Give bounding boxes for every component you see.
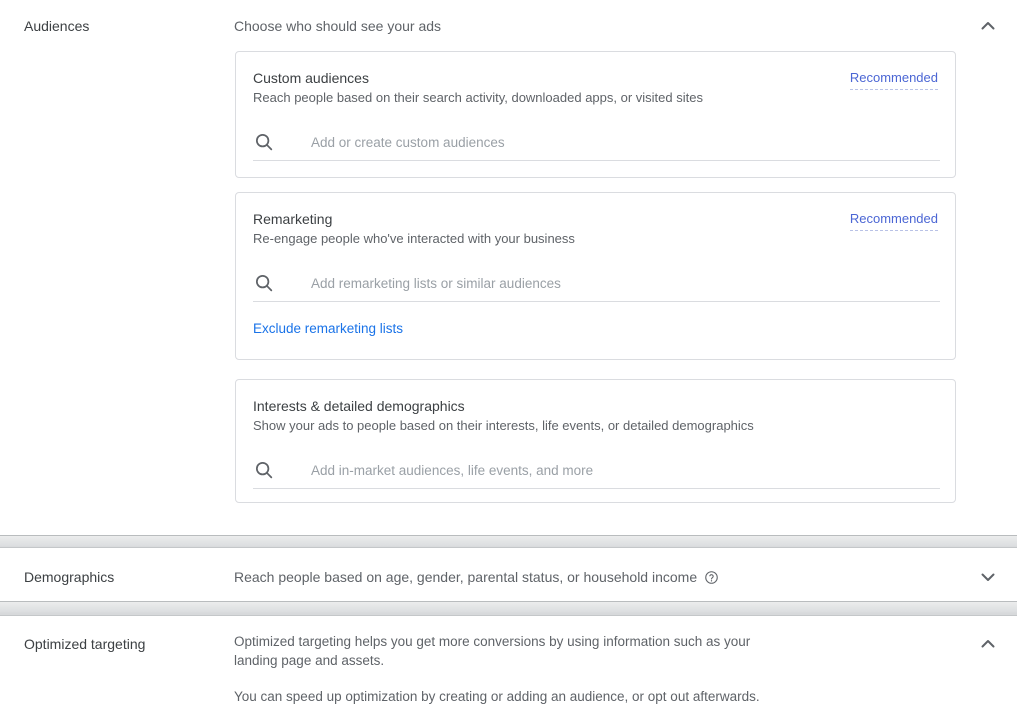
remarketing-search-row[interactable]: Add remarketing lists or similar audienc… (253, 268, 940, 302)
demographics-description: Reach people based on age, gender, paren… (234, 567, 697, 587)
chevron-down-icon (976, 565, 1000, 589)
card-interests-detailed-demographics: Interests & detailed demographics Show y… (235, 379, 956, 503)
custom-audiences-search-input[interactable]: Add or create custom audiences (311, 133, 505, 153)
demographics-expand-toggle[interactable] (976, 565, 1000, 589)
section-divider-band-bottom (0, 601, 1017, 616)
card-subtitle: Show your ads to people based on their i… (253, 416, 754, 436)
optimized-targeting-label: Optimized targeting (24, 634, 145, 654)
card-custom-audiences: Custom audiences Reach people based on t… (235, 51, 956, 178)
audiences-label: Audiences (24, 16, 89, 36)
search-icon (253, 459, 275, 481)
optimized-targeting-collapse-toggle[interactable] (976, 632, 1000, 656)
optimized-targeting-body: Optimized targeting helps you get more c… (234, 632, 774, 706)
section-optimized-targeting: Optimized targeting Optimized targeting … (0, 616, 1017, 723)
card-subtitle: Re-engage people who've interacted with … (253, 229, 575, 249)
section-demographics[interactable]: Demographics Reach people based on age, … (0, 548, 1017, 601)
recommended-badge[interactable]: Recommended (850, 210, 938, 231)
optimized-targeting-paragraph-2: You can speed up optimization by creatin… (234, 687, 774, 706)
audiences-collapse-toggle[interactable] (976, 14, 1000, 38)
section-divider-hairline-bottom (0, 615, 1017, 616)
chevron-up-icon (976, 14, 1000, 38)
optimized-targeting-paragraph-1: Optimized targeting helps you get more c… (234, 632, 774, 670)
section-audiences: Audiences Choose who should see your ads… (0, 0, 1017, 535)
help-circle-icon[interactable] (704, 570, 719, 585)
audiences-description: Choose who should see your ads (234, 16, 441, 36)
demographics-description-wrap: Reach people based on age, gender, paren… (234, 567, 719, 587)
card-remarketing: Remarketing Re-engage people who've inte… (235, 192, 956, 360)
search-icon (253, 272, 275, 294)
custom-audiences-search-row[interactable]: Add or create custom audiences (253, 127, 940, 161)
section-divider-hairline-top (0, 547, 1017, 548)
card-title: Remarketing (253, 209, 332, 229)
interests-search-input[interactable]: Add in-market audiences, life events, an… (311, 461, 593, 481)
recommended-badge[interactable]: Recommended (850, 69, 938, 90)
interests-search-row[interactable]: Add in-market audiences, life events, an… (253, 455, 940, 489)
card-title: Custom audiences (253, 68, 369, 88)
card-subtitle: Reach people based on their search activ… (253, 88, 703, 108)
search-icon (253, 131, 275, 153)
exclude-remarketing-lists-link[interactable]: Exclude remarketing lists (253, 319, 403, 339)
settings-page: 图帅先生 图帅先生 Audiences Choose who should se… (0, 0, 1017, 723)
card-title: Interests & detailed demographics (253, 396, 465, 416)
demographics-label: Demographics (24, 567, 114, 587)
remarketing-search-input[interactable]: Add remarketing lists or similar audienc… (311, 274, 561, 294)
chevron-up-icon (976, 632, 1000, 656)
